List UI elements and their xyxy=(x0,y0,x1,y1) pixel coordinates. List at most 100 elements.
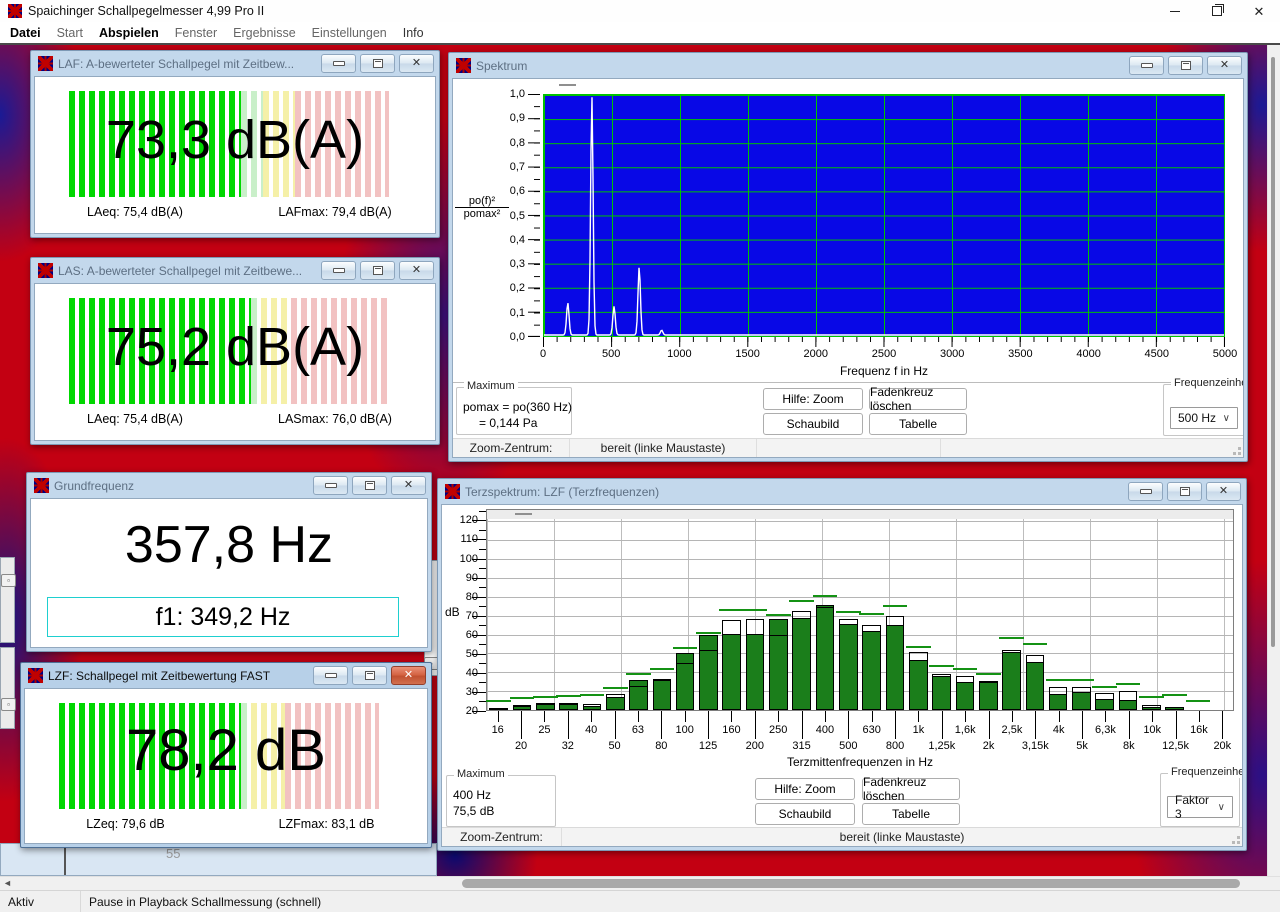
terz-bar-kontur xyxy=(653,680,672,710)
terz-gridline xyxy=(487,616,1233,617)
spektrum-fadenkreuz-button[interactable]: Fadenkreuz löschen xyxy=(869,388,967,410)
las-titlebar[interactable]: LAS: A-bewerteter Schallpegel mit Zeitbe… xyxy=(34,258,436,283)
spektrum-y-tick-label: 0,0 xyxy=(510,331,525,343)
minimize-icon xyxy=(1170,11,1180,12)
close-icon: ✕ xyxy=(1220,60,1229,71)
restore-button[interactable] xyxy=(1196,0,1238,22)
terz-plot-area[interactable] xyxy=(486,509,1234,711)
terz-max-dash xyxy=(1069,679,1094,681)
terz-x-tick-label: 500 xyxy=(839,740,857,752)
terz-x-tick-label: 3,15k xyxy=(1022,740,1049,752)
spektrum-schaubild-button[interactable]: Schaubild xyxy=(763,413,863,435)
laf-minimize-button[interactable] xyxy=(321,54,356,73)
grundfrequenz-close-button[interactable]: ✕ xyxy=(391,476,426,495)
terz-x-tick xyxy=(755,711,756,739)
terz-x-tick xyxy=(661,711,662,739)
las-window: LAS: A-bewerteter Schallpegel mit Zeitbe… xyxy=(30,257,440,445)
terz-max-dash xyxy=(883,605,908,607)
terz-y-minor-tick xyxy=(479,625,486,626)
spektrum-titlebar[interactable]: Spektrum ✕ xyxy=(452,53,1244,78)
laf-restore-button[interactable] xyxy=(360,54,395,73)
laf-close-button[interactable]: ✕ xyxy=(399,54,434,73)
menu-datei[interactable]: Datei xyxy=(2,26,49,40)
spektrum-x-tick-label: 500 xyxy=(602,348,620,360)
app-icon xyxy=(8,4,22,18)
spektrum-tabelle-button[interactable]: Tabelle xyxy=(869,413,967,435)
terz-x-tick xyxy=(544,711,545,722)
terz-x-tick-label: 630 xyxy=(863,724,881,736)
terz-x-tick-label: 16 xyxy=(492,724,504,736)
close-icon: ✕ xyxy=(404,670,413,681)
restore-icon xyxy=(1212,6,1222,16)
terz-bar-kontur xyxy=(909,652,928,710)
terzspektrum-minimize-button[interactable] xyxy=(1128,482,1163,501)
close-button[interactable]: ✕ xyxy=(1238,0,1280,22)
terzspektrum-restore-button[interactable] xyxy=(1167,482,1202,501)
terz-x-tick xyxy=(1012,711,1013,722)
las-minimize-button[interactable] xyxy=(321,261,356,280)
terzspektrum-close-button[interactable]: ✕ xyxy=(1206,482,1241,501)
resize-grip[interactable] xyxy=(1237,841,1240,844)
lzf-window-icon xyxy=(28,668,43,683)
spektrum-minimize-button[interactable] xyxy=(1129,56,1164,75)
lzf-close-button[interactable]: ✕ xyxy=(391,666,426,685)
grundfrequenz-restore-button[interactable] xyxy=(352,476,387,495)
spektrum-restore-button[interactable] xyxy=(1168,56,1203,75)
spektrum-plot-area[interactable] xyxy=(543,94,1225,337)
resize-grip[interactable] xyxy=(1238,452,1241,455)
menu-start[interactable]: Start xyxy=(49,26,91,40)
las-close-button[interactable]: ✕ xyxy=(399,261,434,280)
lzf-minimize-button[interactable] xyxy=(313,666,348,685)
grundfrequenz-minimize-button[interactable] xyxy=(313,476,348,495)
scroll-left-icon[interactable]: ◄ xyxy=(3,878,12,888)
terz-frequenzeinheit-select[interactable]: Faktor 3 ∨ xyxy=(1167,796,1233,818)
terz-x-tick xyxy=(1222,711,1223,739)
terz-x-tick xyxy=(568,711,569,739)
spektrum-frequenzeinheit-select[interactable]: 500 Hz ∨ xyxy=(1170,407,1238,429)
menu-ergebnisse[interactable]: Ergebnisse xyxy=(225,26,304,40)
menu-info[interactable]: Info xyxy=(395,26,432,40)
terz-fadenkreuz-button[interactable]: Fadenkreuz löschen xyxy=(862,778,960,800)
zoom-zentrum-cell: Zoom-Zentrum: xyxy=(442,828,561,846)
menu-fenster[interactable]: Fenster xyxy=(167,26,225,40)
spektrum-maximum-line1: pomax = po(360 Hz) xyxy=(463,400,572,414)
horizontal-scrollbar[interactable]: ◄ xyxy=(0,876,1280,891)
terz-x-tick xyxy=(708,711,709,739)
terz-schaubild-button[interactable]: Schaubild xyxy=(755,803,855,825)
vertical-scrollbar[interactable] xyxy=(1267,45,1280,876)
spektrum-window-icon xyxy=(456,58,471,73)
terz-max-dash xyxy=(976,673,1001,675)
terz-x-tick xyxy=(942,711,943,739)
restore-fragment-button[interactable]: ▫ xyxy=(1,698,16,711)
terz-gridline xyxy=(487,559,1233,560)
restore-fragment-button[interactable]: ▫ xyxy=(1,574,16,587)
spektrum-x-major-ticks xyxy=(543,337,1225,347)
grundfrequenz-value: 357,8 Hz xyxy=(31,515,427,575)
las-restore-button[interactable] xyxy=(360,261,395,280)
spektrum-hilfe-zoom-button[interactable]: Hilfe: Zoom xyxy=(763,388,863,410)
main-titlebar[interactable]: Spaichinger Schallpegelmesser 4,99 Pro I… xyxy=(0,0,1280,22)
terz-x-tick xyxy=(989,711,990,739)
terzspektrum-titlebar[interactable]: Terzspektrum: LZF (Terzfrequenzen) ✕ xyxy=(441,479,1243,504)
laf-titlebar[interactable]: LAF: A-bewerteter Schallpegel mit Zeitbe… xyxy=(34,51,436,76)
terz-max-dash xyxy=(1092,686,1117,688)
terz-x-tick-label: 40 xyxy=(585,724,597,736)
terz-max-dash xyxy=(556,695,581,697)
terz-hilfe-zoom-button[interactable]: Hilfe: Zoom xyxy=(755,778,855,800)
terz-bar-kontur xyxy=(1119,691,1138,710)
spektrum-close-button[interactable]: ✕ xyxy=(1207,56,1242,75)
menu-einstellungen[interactable]: Einstellungen xyxy=(304,26,395,40)
terz-gridline xyxy=(487,578,1233,579)
horizontal-scroll-thumb[interactable] xyxy=(462,879,1240,888)
minimize-button[interactable] xyxy=(1154,0,1196,22)
lzf-titlebar[interactable]: LZF: Schallpegel mit Zeitbewertung FAST … xyxy=(24,663,428,688)
menu-abspielen[interactable]: Abspielen xyxy=(91,26,167,40)
terz-x-tick xyxy=(965,711,966,722)
terz-tabelle-button[interactable]: Tabelle xyxy=(862,803,960,825)
terz-bar-kontur xyxy=(1095,693,1114,710)
terz-max-dash xyxy=(486,700,511,702)
vertical-scroll-thumb[interactable] xyxy=(1271,57,1275,647)
lzf-restore-button[interactable] xyxy=(352,666,387,685)
grundfrequenz-titlebar[interactable]: Grundfrequenz ✕ xyxy=(30,473,428,498)
terz-max-dash xyxy=(1046,679,1071,681)
